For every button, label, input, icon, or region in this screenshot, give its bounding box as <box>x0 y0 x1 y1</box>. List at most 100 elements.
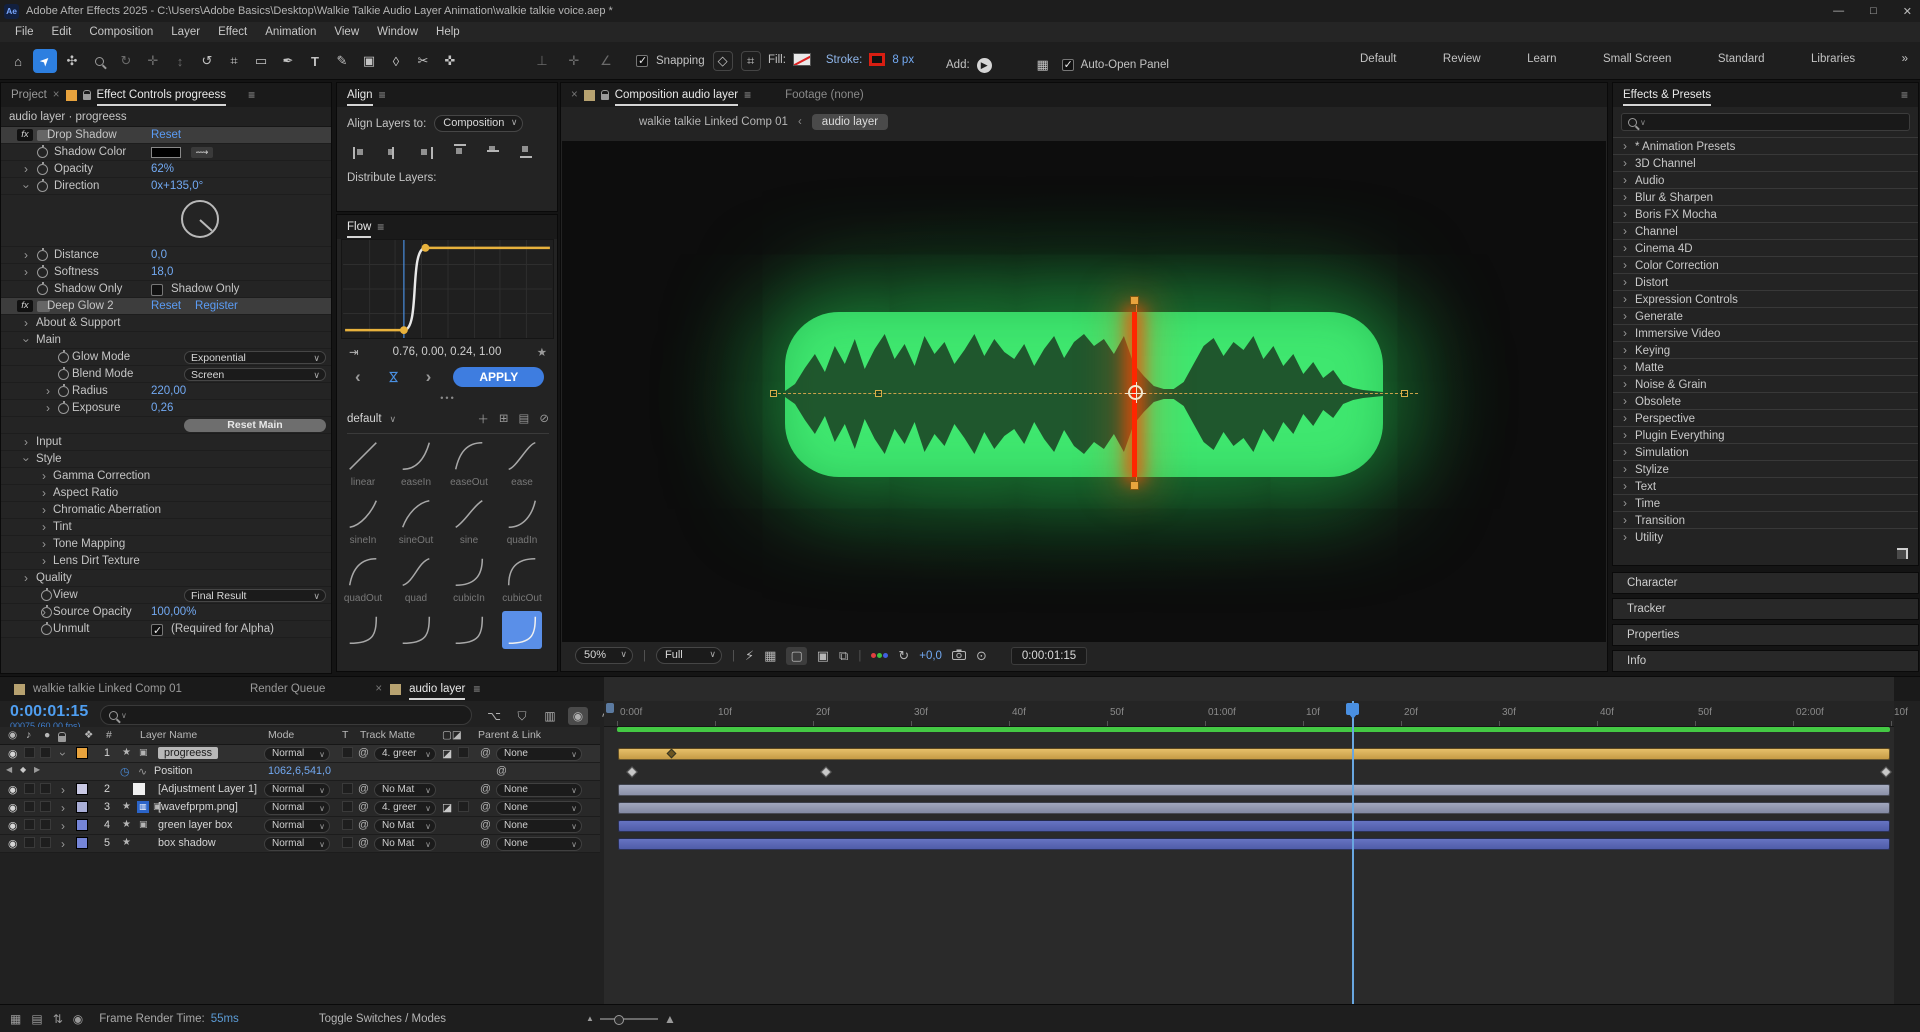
reset-main-button[interactable]: Reset Main <box>184 419 326 432</box>
mode-dropdown[interactable]: Normal <box>264 747 330 761</box>
track-matte-pickwhip-icon[interactable]: @ <box>358 801 369 813</box>
t-switch-cell[interactable] <box>342 783 353 794</box>
eye-icon[interactable]: ◉ <box>8 819 17 832</box>
twirl-closed-icon[interactable]: › <box>21 315 31 332</box>
navigator-handle[interactable] <box>606 703 614 713</box>
group-name[interactable]: Tone Mapping <box>53 536 125 553</box>
effects-category-row[interactable]: ›Distort <box>1613 273 1918 290</box>
mask-visibility-icon[interactable]: ▢ <box>786 647 806 665</box>
add-keyframe-icon[interactable]: ◆ <box>20 765 26 774</box>
top-handle[interactable] <box>1130 296 1139 305</box>
twirl-closed-icon[interactable]: › <box>21 161 31 178</box>
parent-dropdown[interactable]: None <box>496 783 582 797</box>
layer-name[interactable]: green layer box <box>158 819 232 831</box>
sync-icon[interactable]: ⇅ <box>53 1012 63 1026</box>
dependencies-icon[interactable]: ▦ <box>10 1012 21 1026</box>
twirl-closed-icon[interactable]: › <box>43 400 53 417</box>
matte-switch-icon[interactable]: ◪ <box>442 747 452 760</box>
effects-category-row[interactable]: ›Simulation <box>1613 443 1918 460</box>
audio-toggle-cell[interactable] <box>24 747 35 758</box>
flow-favorite-star-icon[interactable]: ★ <box>537 345 547 359</box>
menu-item[interactable]: Composition <box>80 26 162 38</box>
hand-tool-icon[interactable]: ✣ <box>60 49 84 73</box>
flow-preset-easeIn[interactable]: easeIn <box>394 437 438 488</box>
align-left-icon[interactable] <box>353 144 369 158</box>
effects-category-row[interactable]: ›Generate <box>1613 307 1918 324</box>
viewer-lock-icon[interactable] <box>601 94 609 100</box>
toggle-switches-modes-button[interactable]: Toggle Switches / Modes <box>319 1013 446 1025</box>
layer-color-swatch[interactable] <box>76 801 88 813</box>
audio-toggle-cell[interactable] <box>24 783 35 794</box>
flow-folder-icon[interactable]: ▤ <box>518 411 529 427</box>
workspace-item[interactable]: Small Screen <box>1603 53 1671 65</box>
effects-search-input[interactable]: ∨ <box>1621 113 1910 131</box>
stopwatch-icon[interactable] <box>37 181 48 192</box>
eye-icon[interactable]: ◉ <box>8 801 17 814</box>
region-of-interest-icon[interactable]: ▣ <box>817 648 829 664</box>
position-keyframe-icon[interactable] <box>1880 766 1891 777</box>
tab-linked-comp[interactable]: walkie talkie Linked Comp 01 <box>33 683 182 695</box>
align-right-icon[interactable] <box>419 144 435 158</box>
layer-row-3[interactable]: ◉›3★▥▣[wavefprpm.png]Normal@4. greer◪@No… <box>0 799 600 817</box>
layer-duration-bar-4[interactable] <box>618 820 1890 832</box>
next-keyframe-icon[interactable]: ▶ <box>34 765 40 774</box>
fill-swatch[interactable] <box>793 53 811 66</box>
zoom-in-mountain-icon[interactable]: ▲ <box>664 1012 676 1026</box>
puppet-pin-tool-icon[interactable]: ✜ <box>438 49 462 73</box>
effects-category-row[interactable]: ›Boris FX Mocha <box>1613 205 1918 222</box>
panel-corner-icon[interactable] <box>1897 548 1908 559</box>
twirl-icon[interactable]: › <box>56 749 70 759</box>
flow-preset-easeOut[interactable]: easeOut <box>447 437 491 488</box>
timeline-menu-icon[interactable]: ≡ <box>473 682 480 696</box>
clone-stamp-tool-icon[interactable]: ▣ <box>357 49 381 73</box>
layer-row-2[interactable]: ◉›2[Adjustment Layer 1]Normal@No Mat@Non… <box>0 781 600 799</box>
matte-cell[interactable] <box>458 747 469 758</box>
link-reset[interactable]: Reset <box>151 127 181 144</box>
track-matte-pickwhip-icon[interactable]: @ <box>358 837 369 849</box>
flow-preset-sine[interactable]: sine <box>447 495 491 546</box>
snap-options-icon[interactable]: ◇ <box>713 51 733 71</box>
dolly-camera-tool-icon[interactable]: ↕ <box>168 49 192 73</box>
auto-open-panel-checkbox[interactable] <box>1062 59 1074 71</box>
property-dropdown[interactable]: Screen <box>184 368 326 381</box>
group-name[interactable]: Input <box>36 434 62 451</box>
align-target-dropdown[interactable]: Composition <box>434 115 523 132</box>
panel-header-info[interactable]: Info <box>1612 650 1919 672</box>
property-checkbox[interactable] <box>151 624 163 636</box>
stopwatch-icon[interactable] <box>58 403 69 414</box>
eyedropper-icon[interactable]: ⟿ <box>191 147 213 158</box>
flow-preset-row4-2[interactable] <box>447 611 491 649</box>
twirl-icon[interactable]: › <box>58 801 68 815</box>
time-ruler[interactable]: 0:00f10f20f30f40f50f01:00f10f20f30f40f50… <box>604 701 1894 727</box>
track-matte-pickwhip-icon[interactable]: @ <box>358 819 369 831</box>
exposure-value[interactable]: +0,0 <box>919 650 942 662</box>
flow-preset-sineIn[interactable]: sineIn <box>341 495 385 546</box>
flow-group-caret-icon[interactable]: ∨ <box>390 414 397 425</box>
group-name[interactable]: Main <box>36 332 61 349</box>
position-keyframe-icon[interactable] <box>820 766 831 777</box>
twirl-closed-icon[interactable]: › <box>39 502 49 519</box>
close-button[interactable]: ✕ <box>1903 5 1912 18</box>
effects-category-row[interactable]: ›Blur & Sharpen <box>1613 188 1918 205</box>
effects-category-row[interactable]: ›Noise & Grain <box>1613 375 1918 392</box>
track-matte-dropdown[interactable]: No Mat <box>374 819 436 833</box>
property-row-position[interactable]: ◀◆▶◷∿Position1062,6,541,0@ <box>0 763 600 781</box>
align-menu-icon[interactable]: ≡ <box>379 88 386 102</box>
flow-preset-ease[interactable]: ease <box>500 437 544 488</box>
show-snapshot-icon[interactable]: ⊙ <box>976 648 987 664</box>
effects-category-row[interactable]: ›Expression Controls <box>1613 290 1918 307</box>
anchor-point[interactable] <box>1128 385 1143 400</box>
eye-icon[interactable]: ◉ <box>8 783 17 796</box>
workspace-item[interactable]: » <box>1902 53 1908 65</box>
flow-preset-quadOut[interactable]: quadOut <box>341 553 385 604</box>
timeline-zoom-control[interactable]: ▲ ▲ <box>586 1012 676 1026</box>
link-reset[interactable]: Reset <box>151 298 181 315</box>
twirl-closed-icon[interactable]: › <box>21 570 31 587</box>
track-matte-dropdown[interactable]: No Mat <box>374 837 436 851</box>
world-axis-mode-icon[interactable]: ✛ <box>562 49 586 73</box>
parent-dropdown[interactable]: None <box>496 801 582 815</box>
twirl-closed-icon[interactable]: › <box>43 383 53 400</box>
layer-name[interactable]: [wavefprpm.png] <box>158 801 238 813</box>
solo-toggle-cell[interactable] <box>40 819 51 830</box>
flow-preset-group-dropdown[interactable]: default <box>347 413 382 425</box>
